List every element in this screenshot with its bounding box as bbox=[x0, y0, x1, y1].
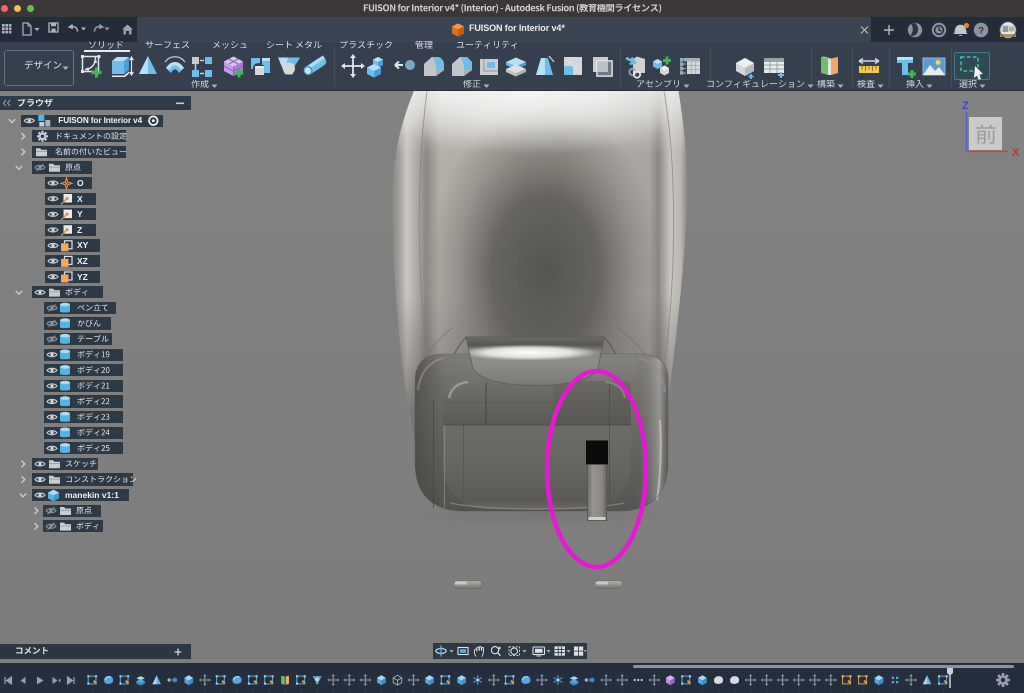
svg-text:X: X bbox=[1012, 147, 1020, 159]
svg-text:Z: Z bbox=[962, 100, 969, 112]
svg-text:?: ? bbox=[978, 25, 984, 36]
